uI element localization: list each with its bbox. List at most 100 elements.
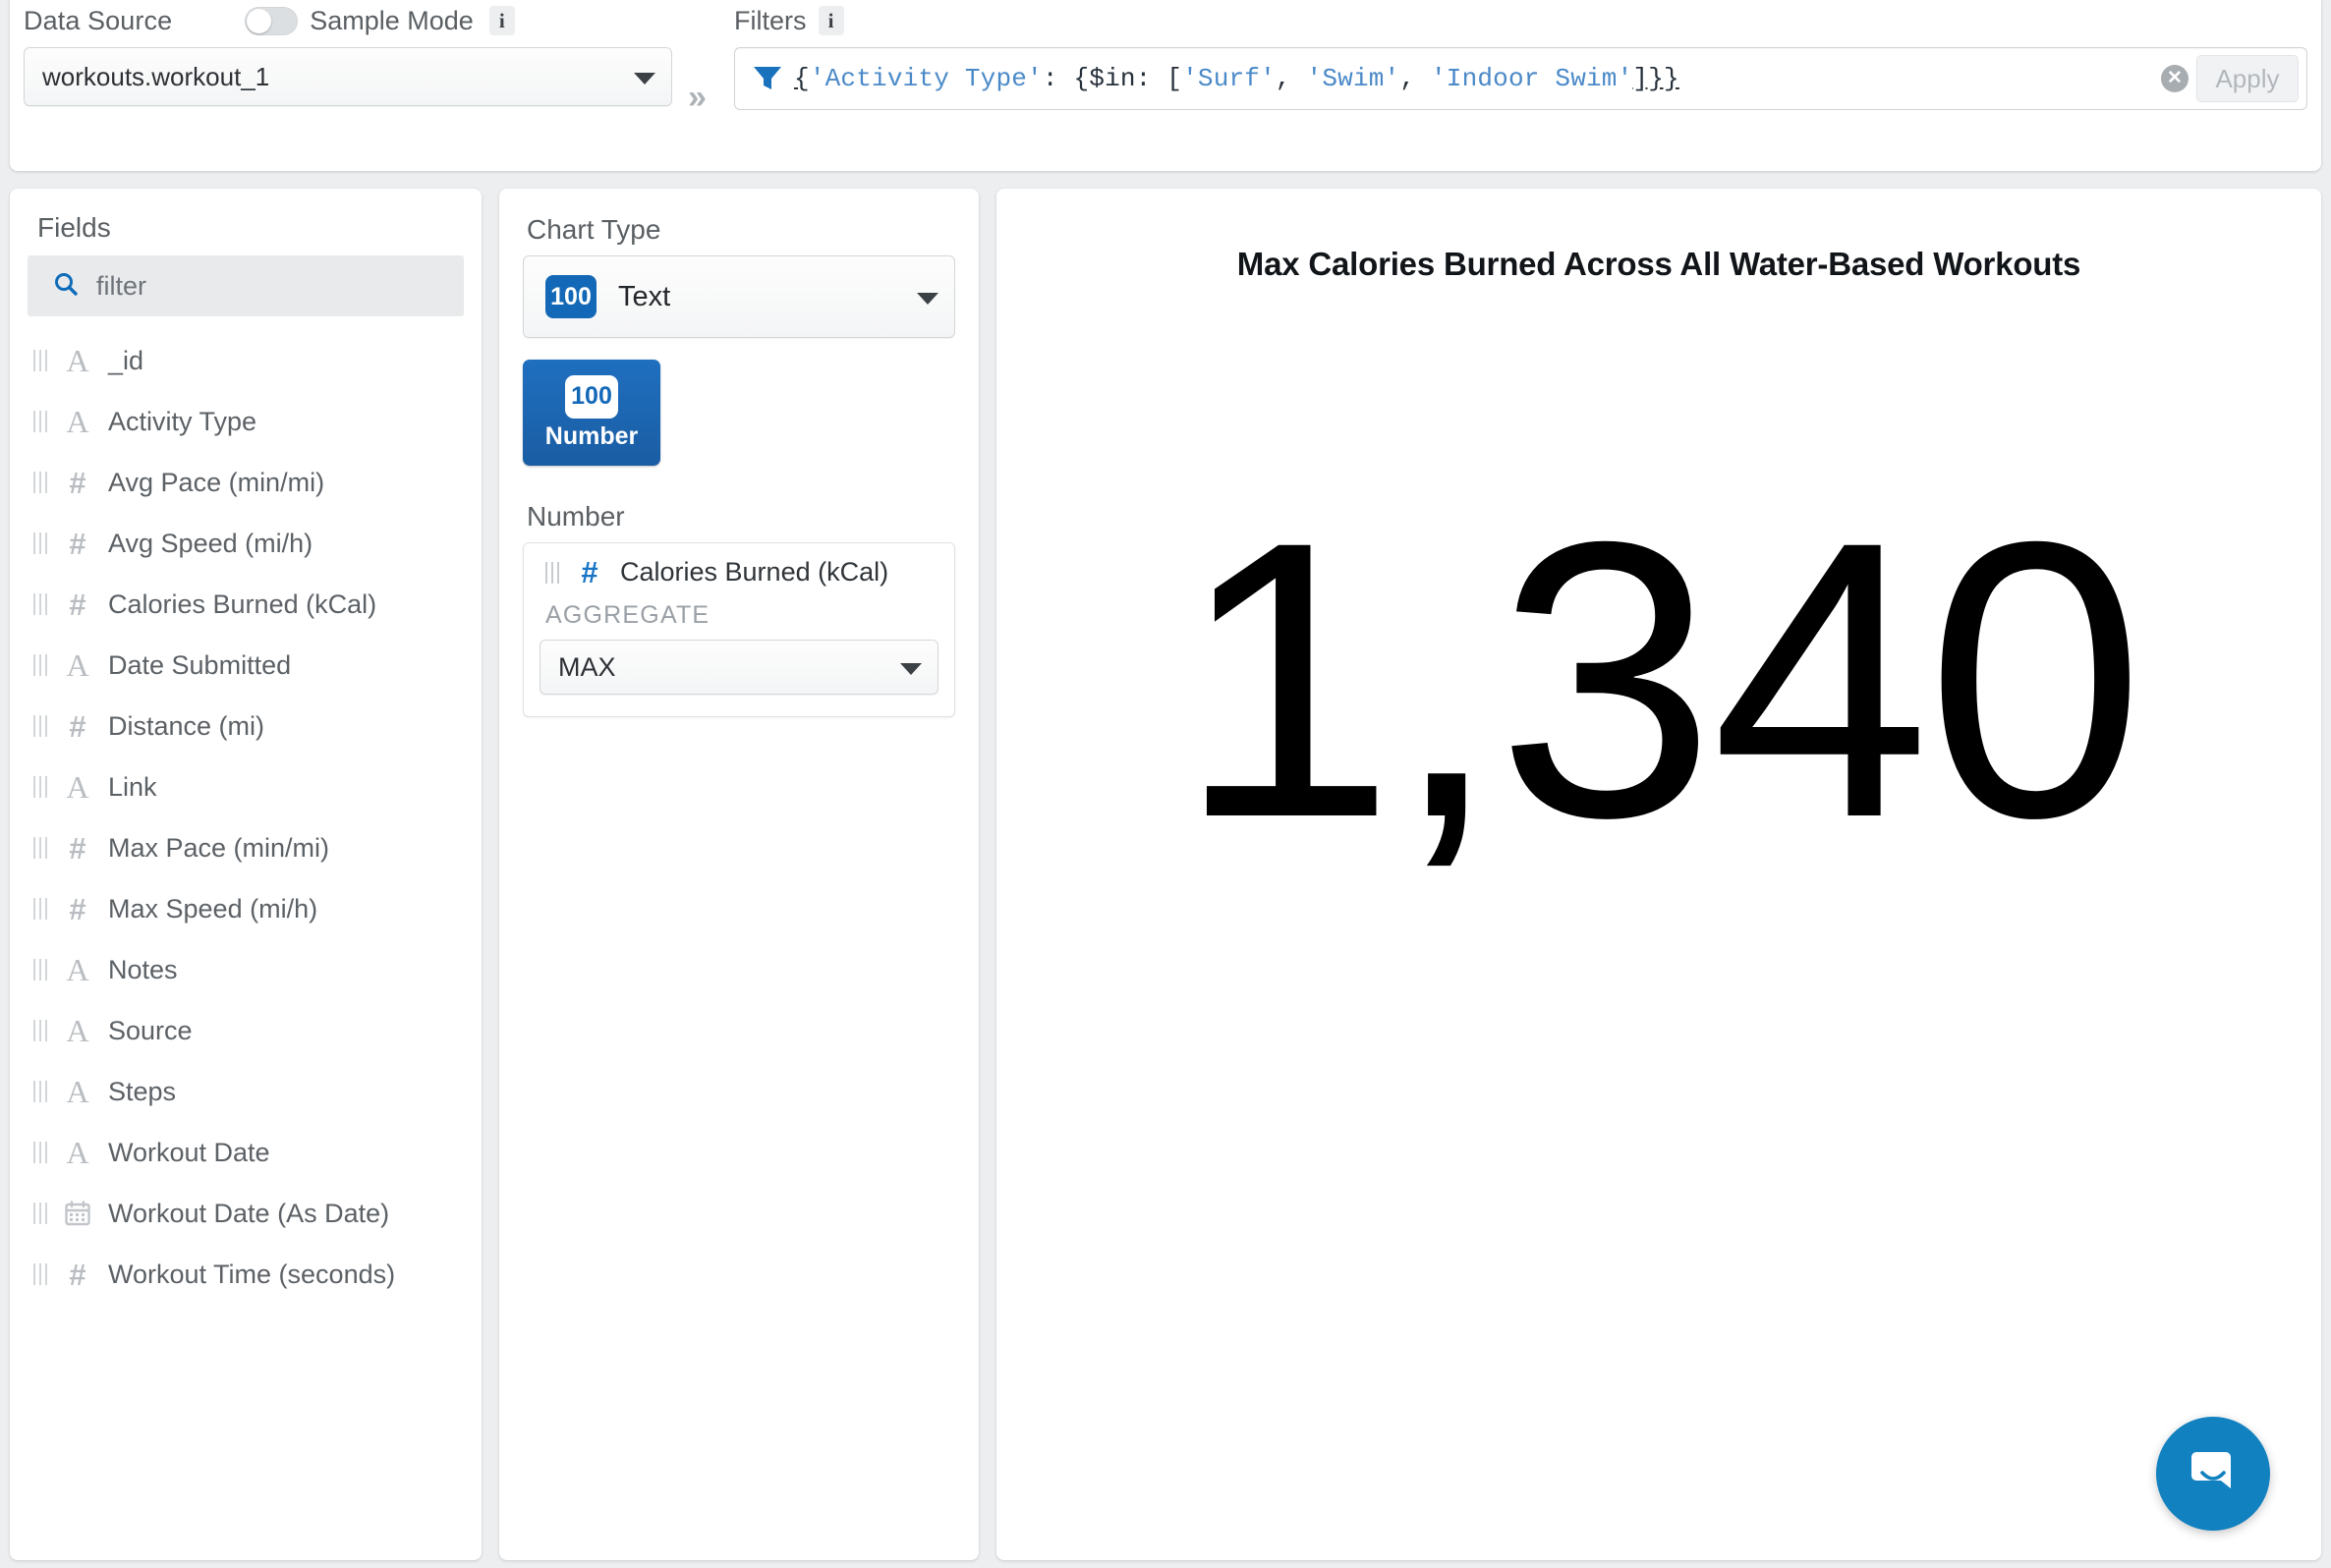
field-list-item[interactable]: A Activity Type [10,391,482,452]
aggregate-select[interactable]: MAX [540,640,938,695]
field-list-item[interactable]: # Avg Pace (min/mi) [10,452,482,513]
field-list-item[interactable]: A Steps [10,1061,482,1122]
field-list-item[interactable]: # Distance (mi) [10,696,482,756]
drag-handle-icon[interactable] [33,898,47,920]
chart-type-tile-number[interactable]: 100 Number [523,360,660,466]
filter-input[interactable]: {'Activity Type': {$in: ['Surf', 'Swim',… [734,47,2307,110]
drag-handle-icon[interactable] [33,472,47,493]
drag-handle-icon[interactable] [33,776,47,798]
hash-icon: # [61,529,94,559]
fields-search-placeholder: filter [96,271,146,302]
string-type-icon: A [61,1015,94,1046]
drag-handle-icon[interactable] [33,959,47,980]
field-label: Activity Type [108,407,256,437]
drag-handle-icon[interactable] [545,562,559,584]
data-source-label: Data Source [24,6,172,36]
field-label: Steps [108,1077,176,1107]
drag-handle-icon[interactable] [33,350,47,371]
drag-handle-icon[interactable] [33,593,47,615]
expand-chevron-icon[interactable]: » [688,79,704,117]
drag-handle-icon[interactable] [33,654,47,676]
aggregate-label: AGGREGATE [540,588,938,640]
data-source-header: Data Source Sample Mode i [24,0,702,41]
field-label: Workout Date (As Date) [108,1199,389,1229]
funnel-icon [753,65,782,92]
filters-info-icon[interactable]: i [819,6,844,35]
calendar-icon [61,1200,94,1227]
chat-launcher-button[interactable] [2156,1417,2270,1531]
hash-icon: # [61,589,94,620]
field-label: Avg Speed (mi/h) [108,529,313,559]
fields-list: A_idAActivity Type#Avg Pace (min/mi)#Avg… [10,316,482,1305]
drag-handle-icon[interactable] [33,1263,47,1285]
string-type-icon: A [61,1076,94,1107]
sample-mode-info-icon[interactable]: i [489,6,515,35]
number-badge-icon: 100 [565,375,618,419]
drag-handle-icon[interactable] [33,715,47,737]
field-label: _id [108,346,143,376]
field-label: Distance (mi) [108,711,264,742]
field-label: Avg Pace (min/mi) [108,468,324,498]
field-label: Link [108,772,157,803]
filters-label: Filters [734,6,807,36]
drag-handle-icon[interactable] [33,837,47,859]
field-list-item[interactable]: #Workout Time (seconds) [10,1244,482,1305]
field-list-item[interactable]: # Calories Burned (kCal) [10,574,482,635]
field-list-item[interactable]: #Max Speed (mi/h) [10,878,482,939]
field-list-item[interactable]: # Avg Speed (mi/h) [10,513,482,574]
field-list-item[interactable]: ANotes [10,939,482,1000]
drag-handle-icon[interactable] [33,411,47,432]
drag-handle-icon[interactable] [33,532,47,554]
field-label: Calories Burned (kCal) [108,589,376,620]
clear-filter-icon[interactable]: ✕ [2161,65,2189,92]
filter-token-val1: 'Surf' [1182,64,1276,93]
chart-type-select[interactable]: 100 Text [523,255,955,338]
chart-value: 1,340 [996,483,2321,876]
field-list-item[interactable]: ASource [10,1000,482,1061]
toggle-knob [247,9,271,33]
chart-type-tile-label: Number [545,422,638,451]
filters-block: Filters i {'Activity Type': {$in: ['Surf… [734,0,2307,110]
number-badge-icon: 100 [545,275,597,318]
encoding-field-chip[interactable]: # Calories Burned (kCal) [540,557,938,588]
drag-handle-icon[interactable] [33,1203,47,1224]
sample-mode-toggle[interactable] [245,7,298,35]
fields-search-input[interactable]: filter [28,255,464,316]
chart-canvas-panel: Max Calories Burned Across All Water-Bas… [996,189,2321,1560]
drag-handle-icon[interactable] [33,1081,47,1102]
encoding-dropzone[interactable]: # Calories Burned (kCal) AGGREGATE MAX [523,542,955,717]
encoding-title: Number [499,466,979,542]
chart-type-value: Text [618,281,670,313]
drag-handle-icon[interactable] [33,1020,47,1041]
string-type-icon: A [61,1137,94,1168]
field-list-item[interactable]: Workout Date (As Date) [10,1183,482,1244]
field-list-item[interactable]: A_id [10,330,482,391]
hash-icon: # [61,468,94,498]
chart-type-title: Chart Type [499,189,979,255]
data-source-value: workouts.workout_1 [42,62,269,92]
string-type-icon: A [61,771,94,803]
data-source-select[interactable]: workouts.workout_1 [24,47,672,106]
filter-token-val3: 'Indoor Swim' [1431,64,1632,93]
chart-config-panel: Chart Type 100 Text 100 Number Number # … [499,189,979,1560]
field-label: Date Submitted [108,650,291,681]
field-list-item[interactable]: AWorkout Date [10,1122,482,1183]
apply-button[interactable]: Apply [2196,55,2299,102]
data-source-block: Data Source Sample Mode i workouts.worko… [24,0,702,106]
field-list-item[interactable]: # Max Pace (min/mi) [10,817,482,878]
chevron-down-icon [634,73,655,84]
field-list-item[interactable]: A Link [10,756,482,817]
filter-token-field: 'Activity Type' [810,64,1043,93]
hash-icon: # [61,711,94,742]
sample-mode-group: Sample Mode i [245,6,515,36]
string-type-icon: A [61,406,94,437]
hash-icon: # [61,833,94,864]
field-list-item[interactable]: A Date Submitted [10,635,482,696]
top-toolbar: Data Source Sample Mode i workouts.worko… [10,0,2321,171]
filter-token-close: ]}} [1632,64,1678,93]
field-label: Max Pace (min/mi) [108,833,329,864]
string-type-icon: A [61,649,94,681]
filter-expression: {'Activity Type': {$in: ['Surf', 'Swim',… [794,64,1679,93]
drag-handle-icon[interactable] [33,1142,47,1163]
chevron-down-icon [900,663,922,675]
